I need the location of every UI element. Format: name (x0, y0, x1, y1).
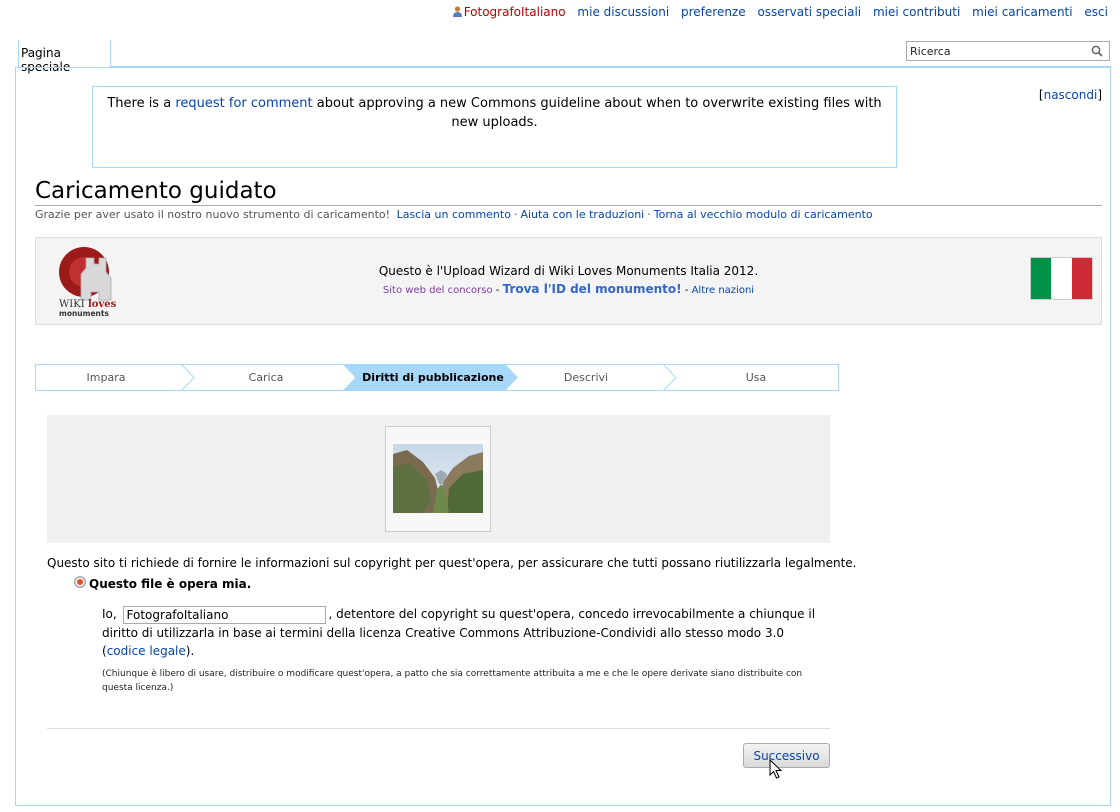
talk-link[interactable]: mie discussioni (577, 5, 669, 19)
watchlist-link[interactable]: osservati speciali (757, 5, 861, 19)
author-input[interactable] (122, 606, 326, 624)
license-explanation: (Chiunque è libero di usare, distribuire… (102, 669, 803, 693)
bottom-divider (47, 728, 830, 729)
other-countries-link[interactable]: Altre nazioni (692, 285, 755, 296)
hide-notice-link[interactable]: nascondi (1044, 88, 1098, 102)
find-monument-id-link[interactable]: Trova l'ID del monumento! (503, 282, 682, 296)
italy-flag-icon (1030, 257, 1093, 300)
separator: - (684, 285, 692, 296)
contributions-link[interactable]: miei contributi (873, 5, 960, 19)
step-learn: Impara (86, 371, 126, 384)
search-icon[interactable] (1091, 45, 1103, 57)
notice-text-after: about approving a new Commons guideline … (312, 96, 882, 130)
hide-notice: [nascondi] (1038, 88, 1102, 102)
own-work-radio[interactable] (74, 576, 86, 588)
separator: - (495, 285, 503, 296)
page-subtitle: Grazie per aver usato il nostro nuovo st… (35, 208, 873, 221)
translate-link[interactable]: Aiuta con le traduzioni (520, 208, 644, 221)
step-upload: Carica (248, 371, 284, 384)
separator: · (513, 208, 518, 221)
deed-io: Io, (102, 607, 117, 621)
rfc-link[interactable]: request for comment (175, 96, 312, 111)
own-work-deed: Io, , detentore del copyright su quest'o… (102, 605, 822, 660)
feedback-link[interactable]: Lascia un commento (397, 208, 511, 221)
separator: · (647, 208, 651, 221)
campaign-banner: WIKI loves monuments Questo è l'Upload W… (35, 237, 1102, 325)
flag-stripe (1031, 258, 1052, 299)
site-notice: There is a request for comment about app… (92, 86, 897, 168)
user-link[interactable]: FotografoItaliano (464, 5, 566, 19)
logout-link[interactable]: esci (1084, 5, 1108, 19)
wizard-steps: Impara Carica Diritti di pubblicazione D… (35, 364, 839, 391)
title-divider (35, 205, 1102, 206)
photo-thumbnail (393, 444, 483, 513)
next-button[interactable]: Successivo (743, 743, 830, 768)
page-title: Caricamento guidato (35, 178, 277, 204)
old-form-link[interactable]: Torna al vecchio modulo di caricamento (654, 208, 873, 221)
step-rights: Diritti di pubblicazione (362, 371, 504, 384)
tab-special-page[interactable]: Pagina speciale (18, 40, 111, 74)
uploads-link[interactable]: miei caricamenti (972, 5, 1072, 19)
contest-site-link[interactable]: Sito web del concorso (383, 285, 493, 296)
user-icon (452, 6, 462, 17)
notice-text-before: There is a (107, 96, 176, 111)
subtitle-text: Grazie per aver usato il nostro nuovo st… (35, 208, 391, 221)
search-input[interactable] (907, 42, 1085, 60)
banner-links: Sito web del concorso - Trova l'ID del m… (36, 282, 1101, 296)
flag-stripe (1051, 258, 1072, 299)
preferences-link[interactable]: preferenze (681, 5, 746, 19)
deed-text-end: ). (185, 644, 195, 658)
step-use: Usa (745, 371, 767, 384)
banner-title: Questo è l'Upload Wizard di Wiki Loves M… (378, 264, 759, 278)
copyright-intro: Questo sito ti richiede di fornire le in… (47, 556, 857, 570)
step-describe: Descrivi (563, 371, 609, 384)
personal-tools: FotografoItaliano mie discussioni prefer… (452, 5, 1108, 19)
own-work-label[interactable]: Questo file è opera mia. (89, 577, 251, 591)
svg-text:monuments: monuments (59, 309, 109, 318)
wiki-loves-monuments-logo: WIKI loves monuments (59, 247, 117, 318)
flag-stripe (1071, 258, 1092, 299)
search-box[interactable] (906, 41, 1110, 61)
legal-code-link[interactable]: codice legale (107, 644, 186, 658)
